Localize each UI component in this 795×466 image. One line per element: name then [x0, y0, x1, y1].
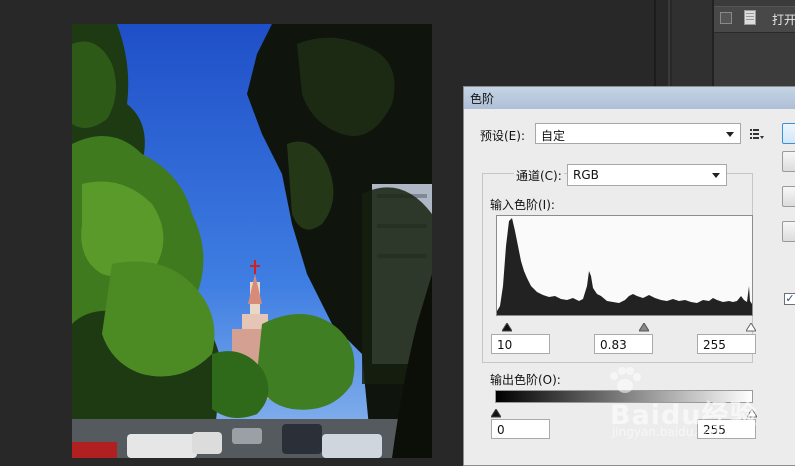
- preset-options-icon[interactable]: [749, 126, 765, 140]
- output-levels-label: 输出色阶(O):: [490, 373, 561, 387]
- preset-label: 预设(E):: [480, 129, 525, 143]
- channel-dropdown[interactable]: RGB: [567, 164, 727, 186]
- channel-value: RGB: [573, 168, 599, 182]
- histogram-graph: [497, 218, 752, 315]
- input-gamma-value: 0.83: [600, 338, 627, 352]
- dialog-title: 色阶: [470, 92, 495, 106]
- input-white-field[interactable]: 255: [697, 334, 756, 354]
- canvas-photo[interactable]: [72, 24, 432, 458]
- panel-divider: [668, 0, 670, 88]
- auto-button[interactable]: [782, 186, 795, 207]
- watermark-url: jingyan.baidu.com: [612, 425, 723, 439]
- cancel-button[interactable]: [782, 151, 795, 172]
- input-black-value: 10: [497, 338, 513, 352]
- panel-divider: [654, 0, 656, 88]
- preset-value: 自定: [541, 129, 566, 143]
- input-white-value: 255: [703, 338, 726, 352]
- dialog-titlebar[interactable]: [464, 87, 795, 109]
- ok-button[interactable]: [782, 123, 795, 144]
- preview-checkbox[interactable]: ✓: [784, 293, 795, 305]
- channel-label: 通道(C):: [514, 167, 564, 184]
- input-gamma-field[interactable]: 0.83: [594, 334, 653, 354]
- document-lines-icon: [746, 13, 754, 22]
- input-black-field[interactable]: 10: [491, 334, 550, 354]
- histogram: [496, 215, 753, 316]
- chevron-down-icon: [712, 173, 720, 178]
- input-levels-label: 输入色阶(I):: [490, 198, 555, 212]
- panel-column: [672, 0, 712, 88]
- chevron-down-icon: [726, 132, 734, 137]
- layer-name: 打开: [772, 13, 795, 27]
- output-black-field[interactable]: 0: [491, 419, 550, 439]
- preset-dropdown[interactable]: 自定: [535, 123, 741, 144]
- output-black-value: 0: [497, 423, 505, 437]
- options-button[interactable]: [782, 221, 795, 242]
- layer-visibility-checkbox[interactable]: [720, 12, 732, 24]
- photo-image: [72, 24, 432, 458]
